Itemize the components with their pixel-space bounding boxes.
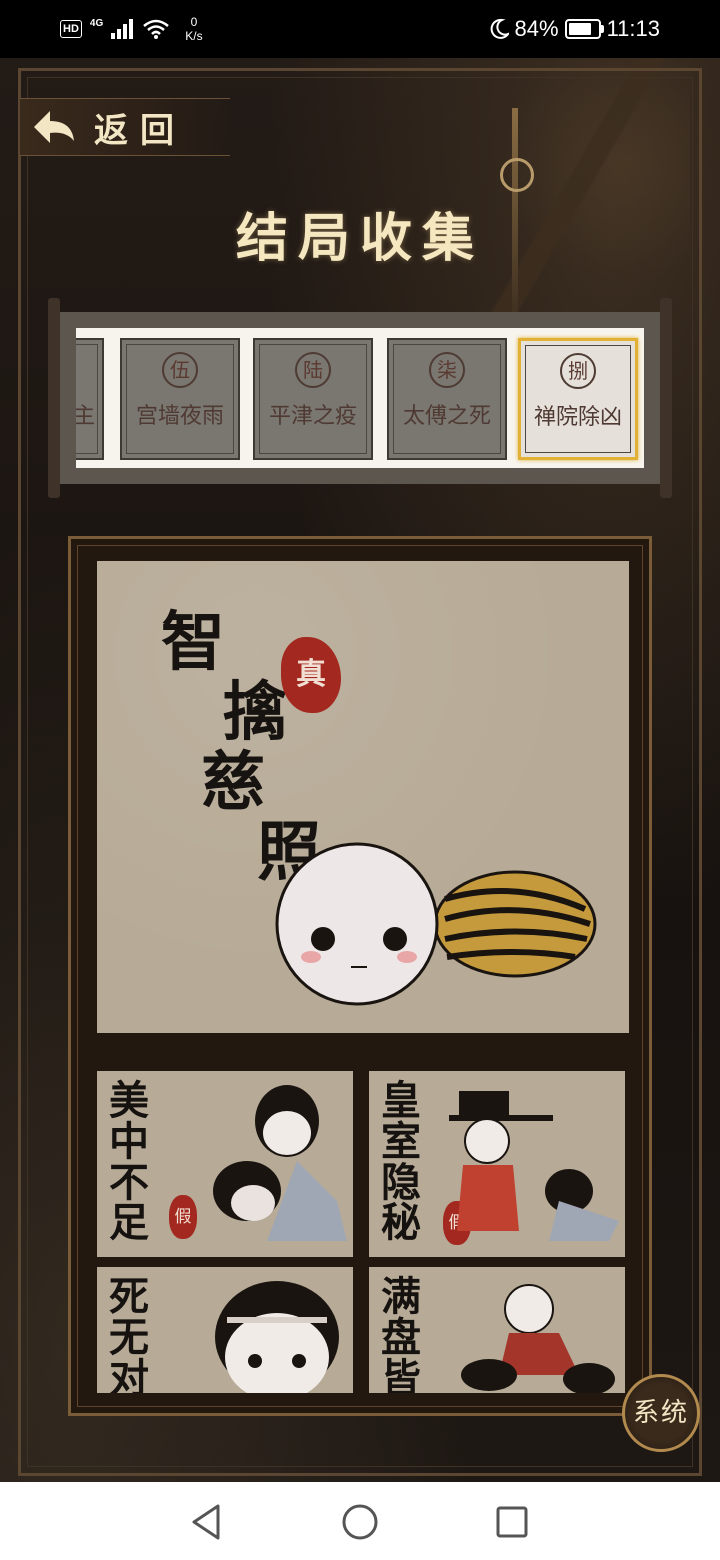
page-title: 结局收集: [235, 208, 484, 269]
title-char: 智: [161, 605, 225, 680]
chapter-tab-strip[interactable]: 主 伍 宫墙夜雨 陆 平津之疫 柒 太傅之死 捌 禅院除凶: [76, 328, 644, 468]
tab-seal: 陆: [295, 352, 331, 388]
ending-title: 满盘皆: [381, 1273, 421, 1393]
battery-icon: [564, 19, 604, 39]
character-illustration: [461, 1284, 615, 1393]
character-illustration: [215, 1281, 339, 1393]
hd-indicator: HD: [60, 20, 82, 38]
title-char: 擒: [223, 675, 287, 750]
ending-title: 皇室隐秘: [381, 1077, 421, 1247]
scroll-rod-left: [48, 298, 60, 498]
tab-chapter-4[interactable]: 主: [76, 338, 104, 460]
title-char: 照: [257, 815, 321, 890]
ending-card-5[interactable]: 满盘皆: [369, 1267, 625, 1393]
home-nav-icon[interactable]: [340, 1502, 380, 1542]
tab-label: 禅院除凶: [533, 405, 622, 430]
tab-seal: 伍: [162, 352, 198, 388]
seal-true: 真: [281, 637, 341, 713]
game-screen: 返回 结局收集 主 伍 宫墙夜雨 陆 平津之疫 柒 太傅之死 捌 禅院除凶 智 …: [0, 58, 720, 1482]
tab-label: 宫墙夜雨: [135, 404, 224, 429]
back-label: 返回: [94, 110, 186, 151]
tab-label: 主: [76, 404, 95, 429]
ending-card-3[interactable]: 皇室隐秘 假: [369, 1071, 625, 1257]
title-char: 慈: [201, 745, 265, 820]
ending-card-2[interactable]: 美中不足 假: [97, 1071, 353, 1257]
ending-title: 美中不足: [109, 1077, 149, 1247]
system-button[interactable]: 系统: [622, 1374, 700, 1452]
moon-icon: [490, 18, 509, 39]
tab-chapter-5[interactable]: 伍 宫墙夜雨: [120, 338, 240, 460]
ending-title: 死无对: [109, 1273, 149, 1393]
tab-label: 平津之疫: [268, 404, 357, 429]
chapter-scroll: 主 伍 宫墙夜雨 陆 平津之疫 柒 太傅之死 捌 禅院除凶: [48, 298, 672, 498]
tab-seal: 柒: [429, 352, 465, 388]
seal-false: 假: [443, 1201, 471, 1245]
ending-title-main: 智擒慈照: [161, 605, 321, 885]
tab-seal: 捌: [560, 353, 596, 389]
battery-percent: 84%: [514, 16, 559, 41]
tab-chapter-6[interactable]: 陆 平津之疫: [253, 338, 373, 460]
tab-chapter-7[interactable]: 柒 太傅之死: [387, 338, 507, 460]
back-nav-icon[interactable]: [186, 1502, 226, 1542]
endings-panel: 智擒慈照 真 美中不足 假 皇室隐秘 假 死无对 满盘皆: [68, 536, 652, 1416]
tab-chapter-8[interactable]: 捌 禅院除凶: [518, 338, 638, 460]
back-arrow-icon: [34, 111, 74, 143]
wifi-icon: [143, 19, 170, 39]
network-type: 4G: [89, 17, 104, 29]
status-bar: HD 4G 0 K/s 84% 11:13: [0, 0, 720, 58]
seal-false: 假: [169, 1195, 197, 1239]
signal-icon: [111, 19, 134, 39]
scroll-rod-right: [660, 298, 672, 498]
recents-nav-icon[interactable]: [492, 1502, 532, 1542]
character-illustration: [213, 1085, 347, 1241]
navigation-bar: [0, 1482, 720, 1560]
ending-card-main[interactable]: 智擒慈照 真: [97, 561, 629, 1033]
ending-card-4[interactable]: 死无对: [97, 1267, 353, 1393]
character-illustration: [449, 1091, 619, 1241]
back-button[interactable]: 返回: [20, 98, 230, 156]
tab-label: 太傅之死: [402, 404, 491, 429]
clock: 11:13: [606, 16, 660, 41]
network-speed: 0 K/s: [185, 15, 203, 43]
monk-illustration: [275, 842, 597, 1006]
